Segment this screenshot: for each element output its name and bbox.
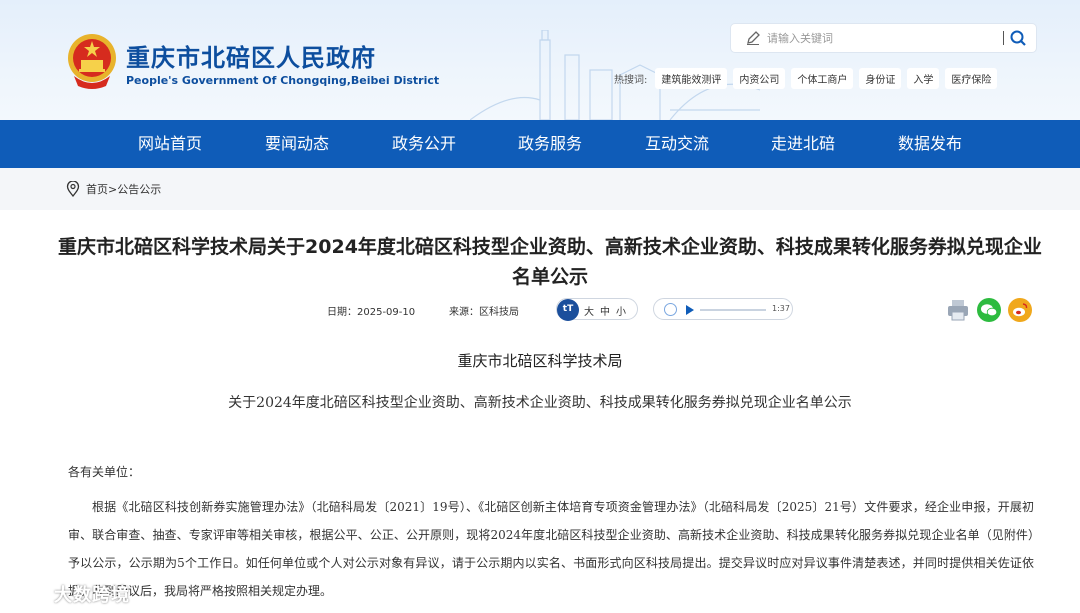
- hot-tag[interactable]: 个体工商户: [791, 67, 854, 89]
- site-title: 重庆市北碚区人民政府: [126, 44, 376, 72]
- hot-tag[interactable]: 医疗保险: [945, 67, 998, 89]
- audio-player: 1:37: [653, 298, 793, 320]
- breadcrumb: 首页>公告公示: [0, 168, 1080, 210]
- article-source: 来源：区科技局: [449, 307, 519, 318]
- nav-item-gov-info[interactable]: 政务公开: [392, 120, 456, 168]
- article-title: 重庆市北碚区科学技术局关于2024年度北碚区科技型企业资助、高新技术企业资助、科…: [58, 236, 1042, 288]
- site-header: 重庆市北碚区人民政府 People's Government Of Chongq…: [0, 0, 1080, 120]
- nav-item-about-beibei[interactable]: 走进北碚: [771, 120, 835, 168]
- nav-item-home[interactable]: 网站首页: [138, 120, 202, 168]
- print-icon[interactable]: [946, 298, 970, 322]
- main-nav: 网站首页 要闻动态 政务公开 政务服务 互动交流 走进北碚 数据发布: [0, 120, 1080, 168]
- search-input[interactable]: [767, 28, 987, 48]
- audio-duration: 1:37: [772, 304, 790, 313]
- font-size-large[interactable]: 大: [584, 303, 594, 318]
- hot-search-label: 热搜词:: [614, 74, 648, 86]
- play-icon[interactable]: [686, 305, 694, 315]
- hot-tag[interactable]: 身份证: [859, 67, 902, 89]
- issuing-organization: 重庆市北碚区科学技术局: [457, 352, 623, 370]
- article-meta: 日期：2025-09-10 来源：区科技局 tT 大 中 小 1:37: [0, 296, 1080, 324]
- nav-item-news[interactable]: 要闻动态: [265, 120, 329, 168]
- font-size-medium[interactable]: 中: [600, 303, 610, 318]
- hot-tag[interactable]: 内资公司: [733, 67, 786, 89]
- font-size-icon: tT: [557, 299, 579, 321]
- watermark-text: 大数跨境: [54, 585, 130, 606]
- nav-item-data[interactable]: 数据发布: [898, 120, 962, 168]
- article-body: 根据《北碚区科技创新券实施管理办法》（北碚科局发〔2021〕19号）、《北碚区创…: [68, 500, 1034, 598]
- nav-item-gov-service[interactable]: 政务服务: [518, 120, 582, 168]
- watermark-logo-icon: [9, 586, 47, 602]
- national-emblem-icon: [68, 34, 116, 89]
- font-size-small[interactable]: 小: [616, 303, 626, 318]
- article-date: 日期：2025-09-10: [327, 307, 416, 318]
- hot-search-bar: 热搜词: 建筑能效测评 内资公司 个体工商户 身份证 入学 医疗保险: [614, 67, 998, 89]
- hot-tag[interactable]: 入学: [907, 67, 940, 89]
- site-subtitle: People's Government Of Chongqing,Beibei …: [126, 74, 440, 87]
- watermark: 大数跨境: [8, 580, 130, 608]
- font-size-switcher: tT 大 中 小: [556, 298, 638, 321]
- search-divider: [1003, 31, 1004, 45]
- weibo-icon[interactable]: [1008, 298, 1032, 322]
- wechat-icon[interactable]: [977, 298, 1001, 322]
- search-icon[interactable]: [1009, 29, 1027, 47]
- speaker-icon[interactable]: [664, 303, 677, 316]
- audio-progress-track[interactable]: [700, 309, 766, 311]
- pencil-icon: [747, 31, 760, 45]
- search-box: [731, 24, 1036, 52]
- salutation: 各有关单位：: [68, 465, 141, 479]
- location-pin-icon: [66, 181, 80, 197]
- nav-item-interaction[interactable]: 互动交流: [645, 120, 709, 168]
- breadcrumb-links[interactable]: 首页>公告公示: [86, 181, 161, 197]
- hot-tag[interactable]: 建筑能效测评: [655, 67, 728, 89]
- article-subtitle: 关于2024年度北碚区科技型企业资助、高新技术企业资助、科技成果转化服务券拟兑现…: [228, 395, 852, 411]
